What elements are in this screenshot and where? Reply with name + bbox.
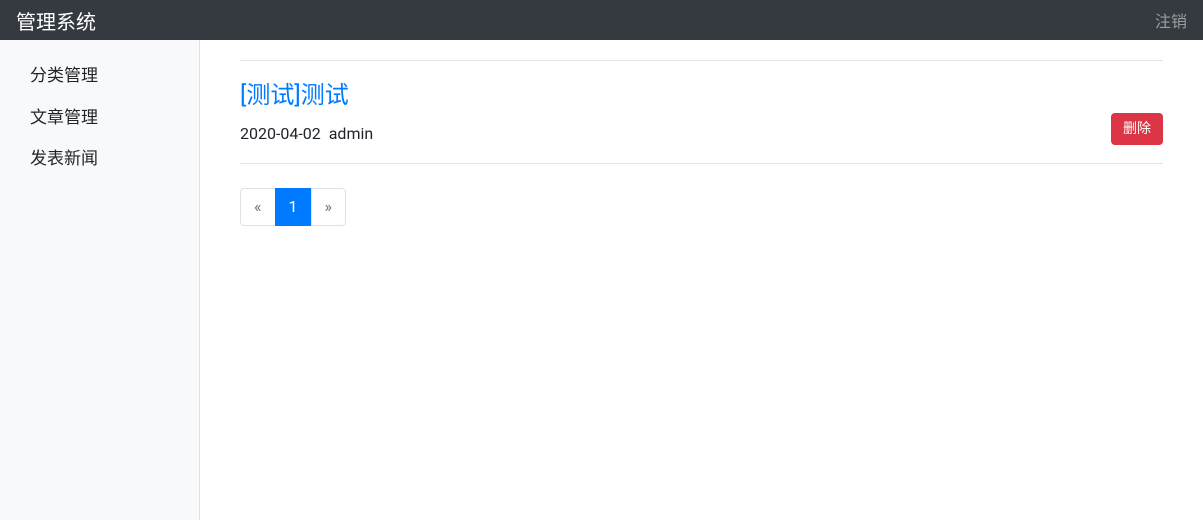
- sidebar-item-category[interactable]: 分类管理: [0, 56, 199, 98]
- navbar: 管理系统 注销: [0, 0, 1203, 40]
- article-title-link[interactable]: [测试]测试: [240, 81, 1163, 110]
- pagination-page-1[interactable]: 1: [275, 188, 312, 226]
- sidebar-item-article[interactable]: 文章管理: [0, 98, 199, 140]
- pagination-prev[interactable]: «: [240, 188, 276, 226]
- sidebar: 分类管理 文章管理 发表新闻: [0, 40, 200, 520]
- layout: 分类管理 文章管理 发表新闻 [测试]测试 2020-04-02 admin 删…: [0, 40, 1203, 520]
- main-content: [测试]测试 2020-04-02 admin 删除 « 1 »: [200, 40, 1203, 520]
- pagination: « 1 »: [240, 188, 1163, 226]
- article-date: 2020-04-02: [240, 124, 321, 143]
- logout-link[interactable]: 注销: [1155, 8, 1187, 32]
- article-meta: 2020-04-02 admin: [240, 124, 1163, 143]
- article-item: [测试]测试 2020-04-02 admin 删除: [240, 60, 1163, 164]
- chevron-left-icon: «: [241, 189, 275, 225]
- navbar-brand[interactable]: 管理系统: [16, 6, 96, 35]
- chevron-right-icon: »: [312, 189, 346, 225]
- pagination-next[interactable]: »: [311, 188, 347, 226]
- article-author: admin: [329, 124, 373, 143]
- sidebar-item-publish[interactable]: 发表新闻: [0, 139, 199, 181]
- page-number: 1: [276, 189, 311, 225]
- delete-button[interactable]: 删除: [1111, 113, 1163, 145]
